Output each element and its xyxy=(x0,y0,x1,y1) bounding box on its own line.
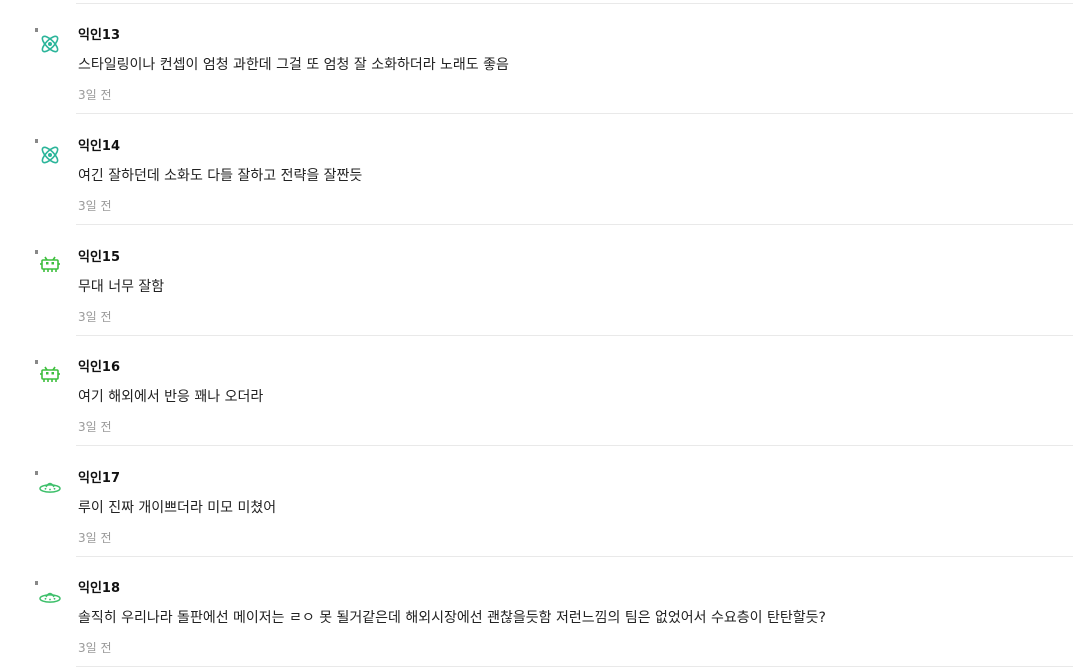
space-invader-icon xyxy=(40,256,60,272)
comment-timestamp: 3일 전 xyxy=(78,420,112,434)
divider xyxy=(76,666,1073,667)
avatar[interactable] xyxy=(35,139,65,169)
comment-nickname: 익인15 xyxy=(78,250,121,265)
comment-text: 무대 너무 잘함 xyxy=(78,279,165,295)
comment-item: 익인17 루이 진짜 개이쁘더라 미모 미쳤어 3일 전 xyxy=(0,447,1073,557)
comment-timestamp: 3일 전 xyxy=(78,641,112,655)
comment-timestamp: 3일 전 xyxy=(78,88,112,102)
comment-nickname: 익인14 xyxy=(78,139,121,154)
space-invader-icon xyxy=(40,366,60,382)
comment-text: 여기 해외에서 반응 꽤나 오더라 xyxy=(78,389,264,405)
comment-text: 루이 진짜 개이쁘더라 미모 미쳤어 xyxy=(78,500,277,516)
comment-item: 익인18 솔직히 우리나라 돌판에선 메이저는 ㄹㅇ 못 될거같은데 해외시장에… xyxy=(0,557,1073,667)
comment-nickname: 익인18 xyxy=(78,581,121,596)
comment-text: 솔직히 우리나라 돌판에선 메이저는 ㄹㅇ 못 될거같은데 해외시장에선 괜찮을… xyxy=(78,610,826,626)
divider xyxy=(76,113,1073,114)
atom-icon xyxy=(41,35,59,53)
comment-nickname: 익인17 xyxy=(78,471,121,486)
comment-item: 익인16 여기 해외에서 반응 꽤나 오더라 3일 전 xyxy=(0,336,1073,446)
comment-text: 스타일링이나 컨셉이 엄청 과한데 그걸 또 엄청 잘 소화하더라 노래도 좋음 xyxy=(78,57,509,73)
divider xyxy=(76,224,1073,225)
comment-text: 여긴 잘하던데 소화도 다들 잘하고 전략을 잘짠듯 xyxy=(78,168,363,184)
avatar[interactable] xyxy=(35,581,65,611)
comment-timestamp: 3일 전 xyxy=(78,199,112,213)
comment-timestamp: 3일 전 xyxy=(78,531,112,545)
avatar[interactable] xyxy=(35,250,65,280)
comment-nickname: 익인16 xyxy=(78,360,121,375)
avatar[interactable] xyxy=(35,360,65,390)
comment-item: 익인15 무대 너무 잘함 3일 전 xyxy=(0,226,1073,336)
comment-timestamp: 3일 전 xyxy=(78,310,112,324)
comment-item: 익인13 스타일링이나 컨셉이 엄청 과한데 그걸 또 엄청 잘 소화하더라 노… xyxy=(0,4,1073,114)
ufo-icon xyxy=(39,592,61,603)
divider xyxy=(76,445,1073,446)
ufo-icon xyxy=(39,482,61,493)
comment-nickname: 익인13 xyxy=(78,28,121,43)
atom-icon xyxy=(41,146,59,164)
avatar[interactable] xyxy=(35,28,65,58)
avatar[interactable] xyxy=(35,471,65,501)
comment-item: 익인14 여긴 잘하던데 소화도 다들 잘하고 전략을 잘짠듯 3일 전 xyxy=(0,115,1073,225)
